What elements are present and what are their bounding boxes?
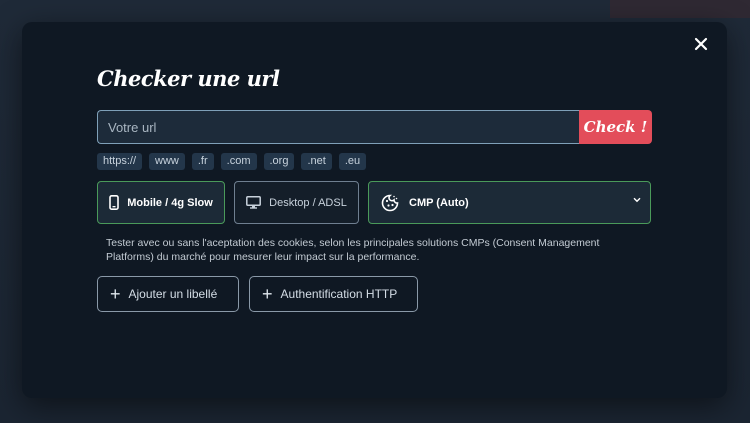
- test-options: Mobile / 4g Slow Desktop / ADSL CMP (Aut…: [97, 181, 651, 224]
- check-url-modal: Checker une url Check ! https:// www .fr…: [22, 22, 727, 398]
- cmp-description: Tester avec ou sans l'aceptation des coo…: [106, 237, 600, 263]
- chip-fr[interactable]: .fr: [191, 153, 214, 170]
- url-form: Check !: [97, 110, 652, 144]
- plus-icon: +: [262, 284, 273, 304]
- desktop-option-label: Desktop / ADSL: [269, 196, 347, 209]
- url-shortcut-chips: https:// www .fr .com .org .net .eu: [97, 153, 367, 170]
- chevron-down-icon: [633, 197, 641, 203]
- add-label-text: Ajouter un libellé: [128, 287, 218, 301]
- desktop-option-button[interactable]: Desktop / ADSL: [234, 181, 359, 224]
- cmp-select-value: CMP (Auto): [409, 196, 469, 209]
- mobile-icon: [109, 195, 120, 210]
- close-button[interactable]: [693, 36, 709, 52]
- cmp-select[interactable]: CMP (Auto): [368, 181, 651, 224]
- chip-com[interactable]: .com: [220, 153, 257, 170]
- mobile-option-label: Mobile / 4g Slow: [127, 196, 213, 209]
- mobile-option-button[interactable]: Mobile / 4g Slow: [97, 181, 225, 224]
- extra-actions: + Ajouter un libellé + Authentification …: [97, 276, 418, 312]
- desktop-icon: [246, 196, 262, 209]
- chip-https[interactable]: https://: [97, 153, 143, 170]
- chip-www[interactable]: www: [149, 153, 185, 170]
- chip-eu[interactable]: .eu: [338, 153, 367, 170]
- chip-org[interactable]: .org: [263, 153, 295, 170]
- chip-net[interactable]: .net: [301, 153, 332, 170]
- add-label-button[interactable]: + Ajouter un libellé: [97, 276, 239, 312]
- modal-title: Checker une url: [97, 66, 280, 91]
- check-button[interactable]: Check !: [579, 110, 652, 144]
- http-auth-button[interactable]: + Authentification HTTP: [249, 276, 418, 312]
- background-button: [610, 0, 750, 18]
- close-icon: [694, 37, 708, 51]
- plus-icon: +: [110, 284, 121, 304]
- cookie-icon: [381, 194, 399, 211]
- url-input[interactable]: [97, 110, 579, 144]
- http-auth-text: Authentification HTTP: [280, 287, 398, 301]
